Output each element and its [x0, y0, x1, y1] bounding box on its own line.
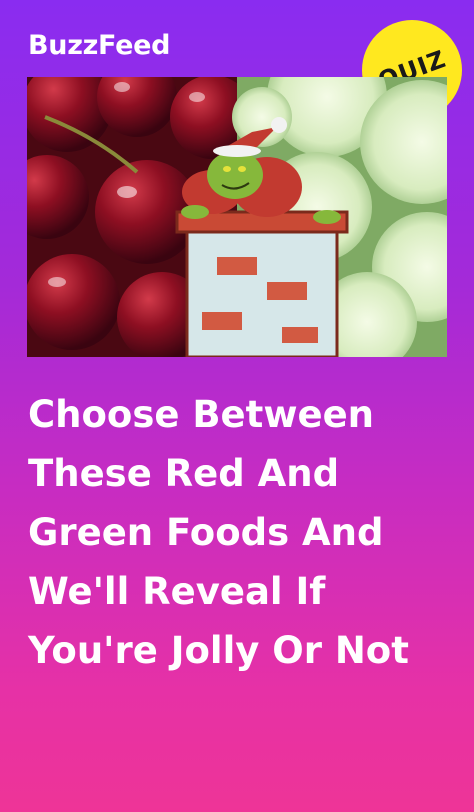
headline-line: We'll Reveal If	[28, 570, 326, 613]
headline-line: These Red And	[28, 452, 340, 495]
headline-line: Choose Between	[28, 393, 375, 436]
headline-line: You're Jolly Or Not	[28, 629, 409, 672]
quiz-headline[interactable]: Choose Between These Red And Green Foods…	[28, 385, 458, 680]
hero-image[interactable]	[27, 77, 447, 357]
brand-logo[interactable]: BuzzFeed	[28, 30, 170, 61]
headline-line: Green Foods And	[28, 511, 384, 554]
